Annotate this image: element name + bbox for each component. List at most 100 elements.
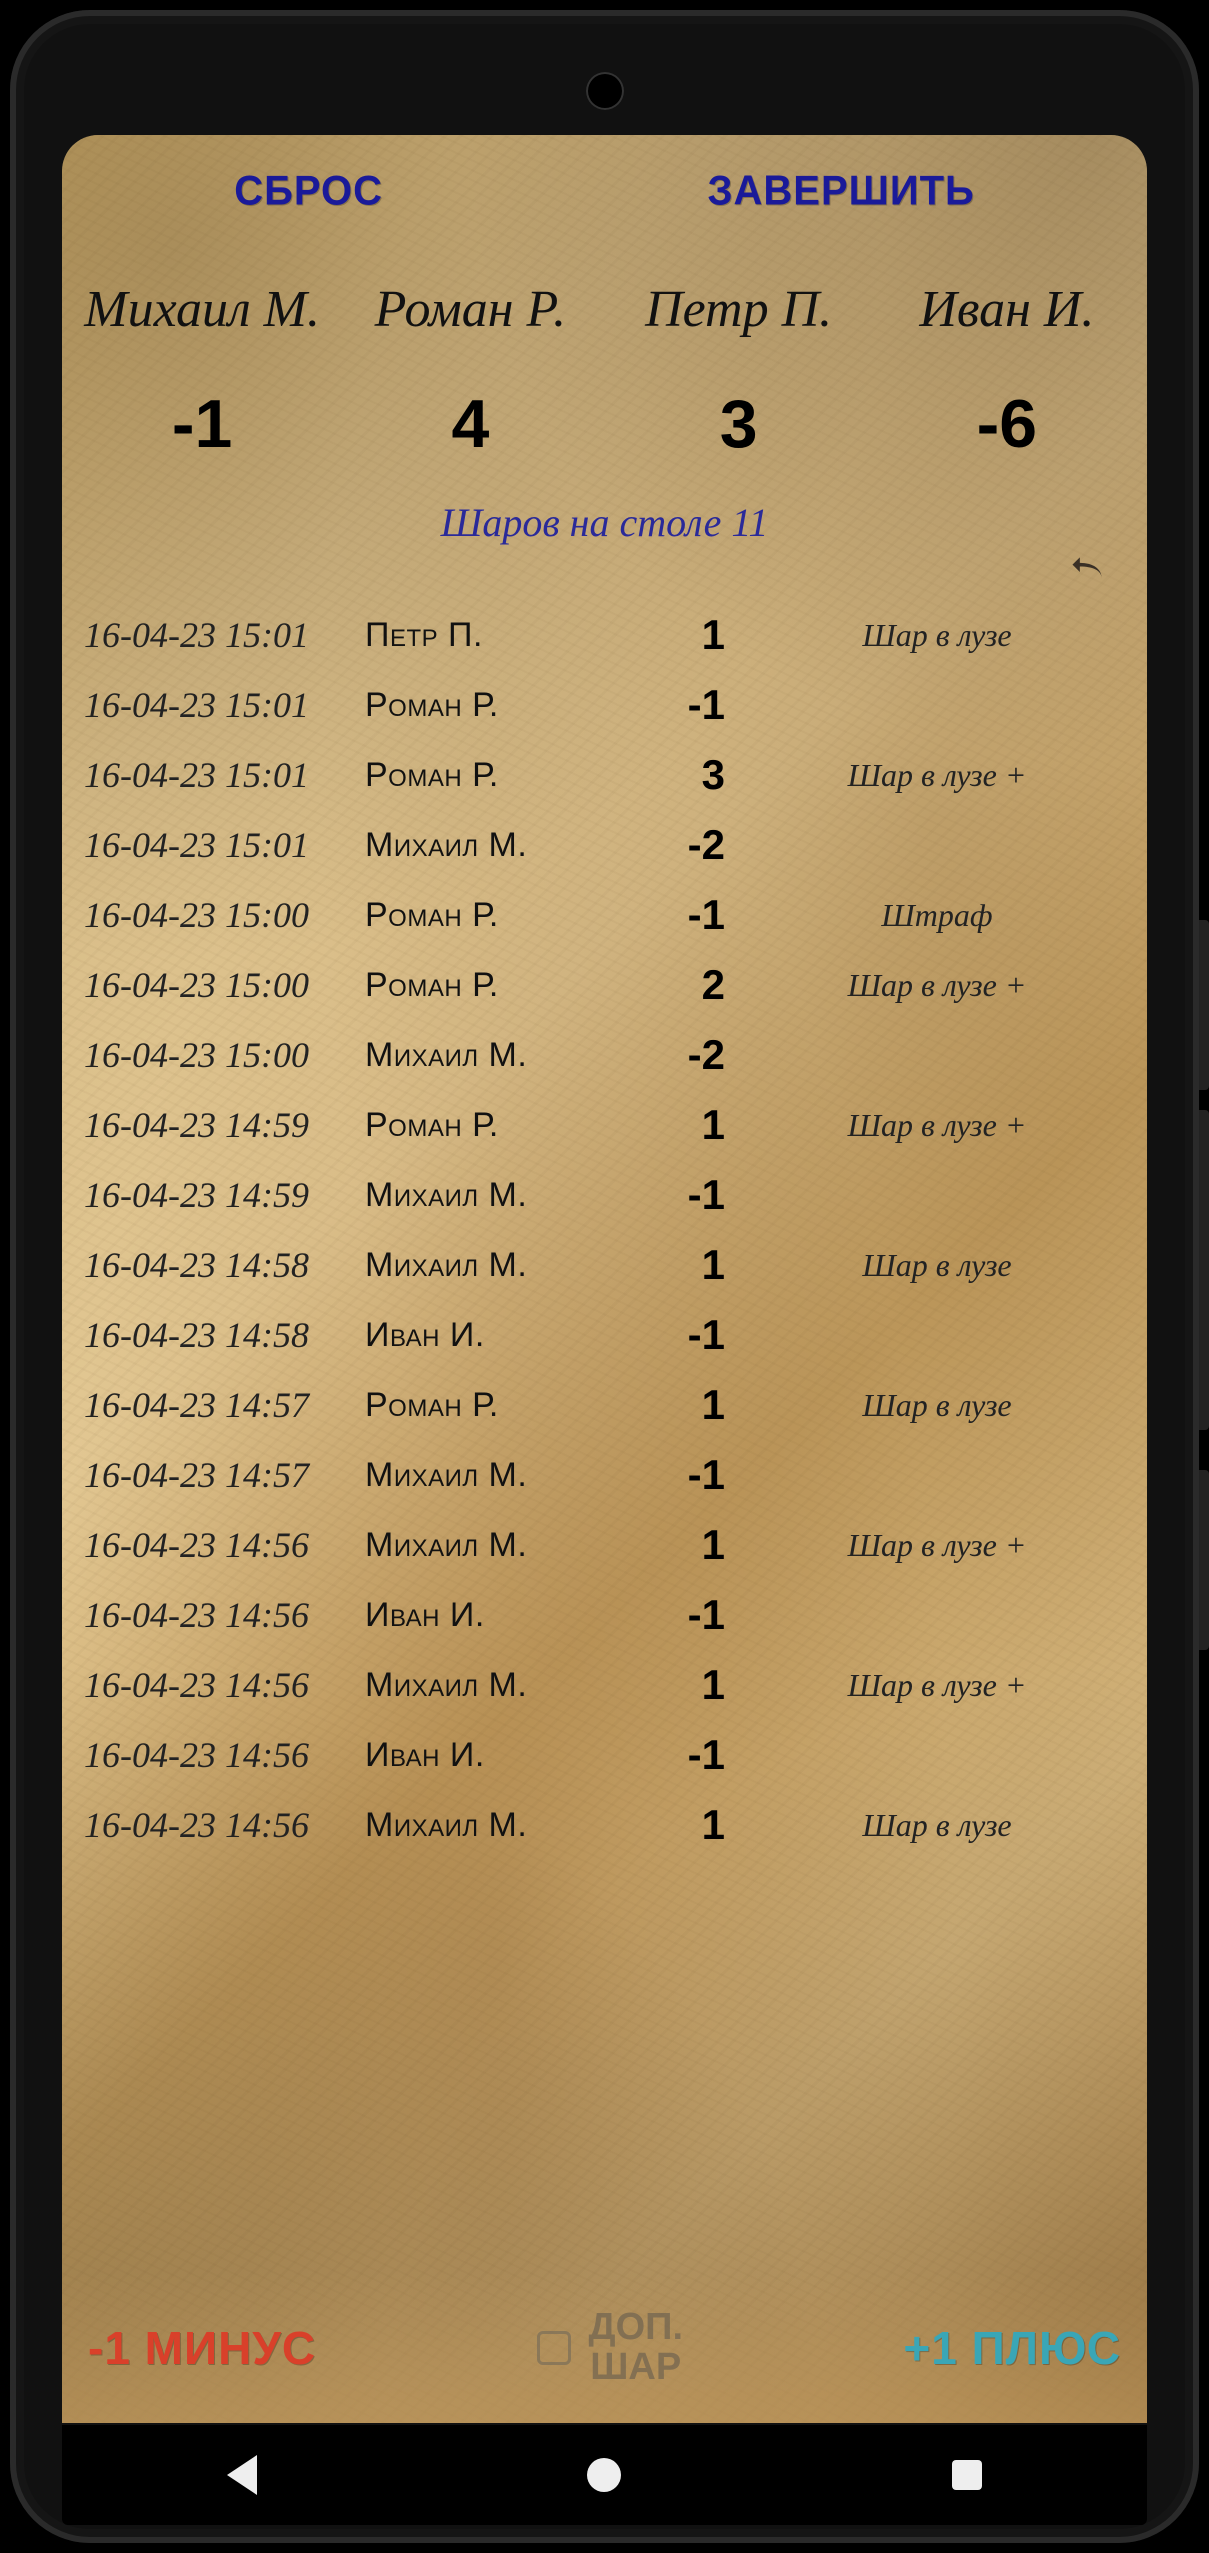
- undo-row: [62, 546, 1147, 590]
- log-timestamp: 16-04-23 15:01: [84, 614, 349, 656]
- log-row: 16-04-23 14:57Роман Р.1Шар в лузе: [84, 1370, 1125, 1440]
- log-player: Роман Р.: [349, 1386, 609, 1425]
- log-row: 16-04-23 14:58Михаил М.1Шар в лузе: [84, 1230, 1125, 1300]
- log-timestamp: 16-04-23 14:58: [84, 1244, 349, 1286]
- log-delta: 3: [609, 751, 749, 799]
- log-note: Шар в лузе +: [749, 1527, 1125, 1564]
- log-player: Петр П.: [349, 616, 609, 655]
- log-note: Шар в лузе +: [749, 1667, 1125, 1704]
- log-player: Михаил М.: [349, 826, 609, 865]
- log-row: 16-04-23 14:59Михаил М.-1: [84, 1160, 1125, 1230]
- log-player: Михаил М.: [349, 1176, 609, 1215]
- log-delta: 1: [609, 1101, 749, 1149]
- log-player: Роман Р.: [349, 966, 609, 1005]
- players-scoreboard: Михаил М. -1 Роман Р. 4 Петр П. 3 Иван И…: [62, 230, 1147, 463]
- checkbox-icon: [537, 2331, 571, 2365]
- player-score: 3: [605, 385, 873, 463]
- log-row: 16-04-23 14:57Михаил М.-1: [84, 1440, 1125, 1510]
- log-note: Шар в лузе: [749, 1807, 1125, 1844]
- log-player: Михаил М.: [349, 1036, 609, 1075]
- device-camera: [586, 72, 624, 110]
- log-note: Шар в лузе: [749, 1387, 1125, 1424]
- log-note: Шар в лузе: [749, 1247, 1125, 1284]
- log-row: 16-04-23 15:00Роман Р.2Шар в лузе +: [84, 950, 1125, 1020]
- topbar: СБРОС ЗАВЕРШИТЬ: [62, 135, 1147, 230]
- undo-icon[interactable]: [1067, 550, 1111, 594]
- log-delta: -1: [609, 1451, 749, 1499]
- log-player: Роман Р.: [349, 686, 609, 725]
- log-note: Штраф: [749, 897, 1125, 934]
- player-column[interactable]: Иван И. -6: [873, 280, 1141, 463]
- finish-button[interactable]: ЗАВЕРШИТЬ: [707, 168, 974, 215]
- log-delta: -2: [609, 821, 749, 869]
- player-column[interactable]: Петр П. 3: [605, 280, 873, 463]
- player-name: Иван И.: [873, 280, 1141, 339]
- minus-one-button[interactable]: -1 МИНУС: [88, 2321, 316, 2375]
- nav-home-icon[interactable]: [587, 2458, 621, 2492]
- log-player: Иван И.: [349, 1316, 609, 1355]
- player-column[interactable]: Роман Р. 4: [336, 280, 604, 463]
- reset-button[interactable]: СБРОС: [234, 168, 383, 215]
- log-timestamp: 16-04-23 15:01: [84, 824, 349, 866]
- log-player: Роман Р.: [349, 1106, 609, 1145]
- log-delta: -1: [609, 1591, 749, 1639]
- events-log[interactable]: 16-04-23 15:01Петр П.1Шар в лузе16-04-23…: [62, 600, 1147, 2130]
- log-note: Шар в лузе: [749, 617, 1125, 654]
- player-name: Роман Р.: [336, 280, 604, 339]
- log-delta: -1: [609, 1311, 749, 1359]
- nav-back-icon[interactable]: [227, 2455, 257, 2495]
- log-timestamp: 16-04-23 14:58: [84, 1314, 349, 1356]
- player-score: -1: [68, 385, 336, 463]
- player-score: -6: [873, 385, 1141, 463]
- extra-ball-label: ДОП. ШАР: [589, 2308, 684, 2388]
- log-row: 16-04-23 14:59Роман Р.1Шар в лузе +: [84, 1090, 1125, 1160]
- log-delta: -2: [609, 1031, 749, 1079]
- log-delta: 1: [609, 611, 749, 659]
- device-frame: СБРОС ЗАВЕРШИТЬ Михаил М. -1 Роман Р. 4 …: [10, 10, 1199, 2543]
- log-row: 16-04-23 15:01Роман Р.-1: [84, 670, 1125, 740]
- log-timestamp: 16-04-23 14:57: [84, 1384, 349, 1426]
- android-navbar: [62, 2425, 1147, 2525]
- log-player: Михаил М.: [349, 1666, 609, 1705]
- log-timestamp: 16-04-23 15:00: [84, 964, 349, 1006]
- log-note: Шар в лузе +: [749, 757, 1125, 794]
- log-player: Иван И.: [349, 1596, 609, 1635]
- balls-on-table-label: Шаров на столе 11: [62, 499, 1147, 546]
- plus-one-button[interactable]: +1 ПЛЮС: [903, 2321, 1121, 2375]
- log-timestamp: 16-04-23 14:56: [84, 1734, 349, 1776]
- player-name: Михаил М.: [68, 280, 336, 339]
- log-timestamp: 16-04-23 14:57: [84, 1454, 349, 1496]
- log-row: 16-04-23 14:56Иван И.-1: [84, 1720, 1125, 1790]
- log-player: Роман Р.: [349, 756, 609, 795]
- log-note: Шар в лузе +: [749, 1107, 1125, 1144]
- log-timestamp: 16-04-23 15:00: [84, 894, 349, 936]
- log-row: 16-04-23 15:00Михаил М.-2: [84, 1020, 1125, 1090]
- log-timestamp: 16-04-23 15:01: [84, 754, 349, 796]
- player-name: Петр П.: [605, 280, 873, 339]
- log-row: 16-04-23 15:01Роман Р.3Шар в лузе +: [84, 740, 1125, 810]
- log-row: 16-04-23 14:56Михаил М.1Шар в лузе: [84, 1790, 1125, 1860]
- log-note: Шар в лузе +: [749, 967, 1125, 1004]
- log-row: 16-04-23 15:01Михаил М.-2: [84, 810, 1125, 880]
- log-row: 16-04-23 14:56Михаил М.1Шар в лузе +: [84, 1650, 1125, 1720]
- log-row: 16-04-23 14:58Иван И.-1: [84, 1300, 1125, 1370]
- log-delta: 2: [609, 961, 749, 1009]
- player-score: 4: [336, 385, 604, 463]
- log-timestamp: 16-04-23 14:59: [84, 1174, 349, 1216]
- bottombar: -1 МИНУС ДОП. ШАР +1 ПЛЮС: [62, 2273, 1147, 2423]
- log-delta: 1: [609, 1241, 749, 1289]
- log-delta: -1: [609, 1731, 749, 1779]
- app-screen: СБРОС ЗАВЕРШИТЬ Михаил М. -1 Роман Р. 4 …: [62, 135, 1147, 2423]
- player-column[interactable]: Михаил М. -1: [68, 280, 336, 463]
- log-delta: 1: [609, 1661, 749, 1709]
- log-player: Михаил М.: [349, 1526, 609, 1565]
- extra-ball-toggle[interactable]: ДОП. ШАР: [537, 2308, 684, 2388]
- log-timestamp: 16-04-23 14:56: [84, 1594, 349, 1636]
- log-row: 16-04-23 15:00Роман Р.-1Штраф: [84, 880, 1125, 950]
- nav-recent-icon[interactable]: [952, 2460, 982, 2490]
- log-timestamp: 16-04-23 15:01: [84, 684, 349, 726]
- log-timestamp: 16-04-23 14:56: [84, 1524, 349, 1566]
- log-player: Михаил М.: [349, 1806, 609, 1845]
- log-timestamp: 16-04-23 14:56: [84, 1664, 349, 1706]
- log-delta: -1: [609, 681, 749, 729]
